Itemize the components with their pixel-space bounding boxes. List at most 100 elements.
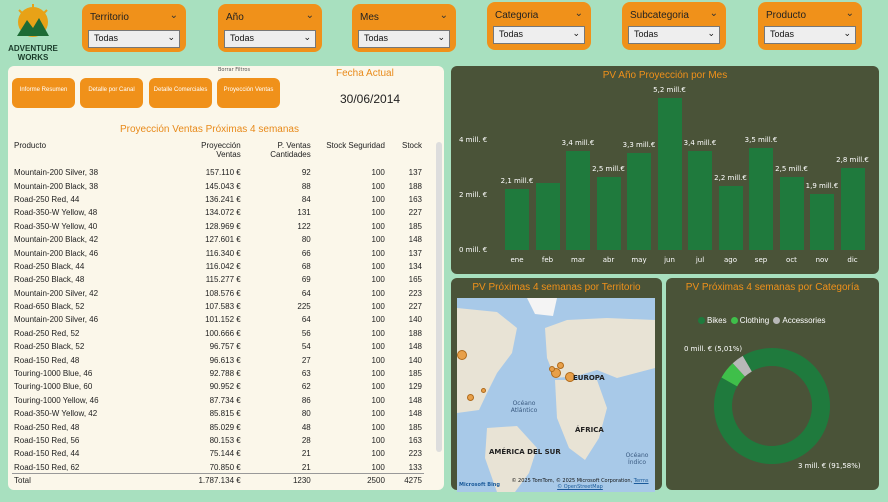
table-row[interactable]: Road-250 Black, 48 115.277 € 69 100 165 <box>12 273 424 286</box>
table-row[interactable]: Mountain-200 Silver, 38 157.110 € 92 100 137 <box>12 166 424 179</box>
nav-button-informe-resumen[interactable]: Informe Resumen <box>12 78 75 108</box>
table-row[interactable]: Road-250 Black, 44 116.042 € 68 100 134 <box>12 260 424 273</box>
nav-button-proyeccion-ventas[interactable]: Proyección Ventas <box>217 78 280 108</box>
bar-jul[interactable] <box>688 150 712 250</box>
table-cell: 148 <box>408 342 422 352</box>
table-row[interactable]: Mountain-200 Black, 38 145.043 € 88 100 188 <box>12 179 424 192</box>
table-cell: Road-250 Black, 48 <box>14 275 85 285</box>
categoria-dropdown[interactable]: Todas ⌄ <box>493 26 585 44</box>
table-cell: 128.969 € <box>205 221 241 231</box>
anio-dropdown[interactable]: Todas ⌄ <box>224 30 316 48</box>
table-cell: 21 <box>301 449 311 459</box>
table-cell: 80 <box>301 235 311 245</box>
bubble-us-atlantic[interactable] <box>481 388 486 393</box>
month-tick-label: jul <box>695 256 705 264</box>
table-row[interactable]: Road-150 Red, 44 75.144 € 21 100 223 <box>12 447 424 460</box>
bar-sep[interactable] <box>749 147 773 250</box>
slicer-label: Territorio <box>90 12 129 23</box>
column-header[interactable]: Proyección Ventas <box>177 140 243 166</box>
table-row[interactable]: Touring-1000 Blue, 60 90.952 € 62 100 129 <box>12 380 424 393</box>
total-cell: 2500 <box>312 473 387 488</box>
bar-jun[interactable] <box>657 97 682 250</box>
table-cell: 115.277 € <box>205 275 241 285</box>
table-row[interactable]: Mountain-200 Black, 46 116.340 € 66 100 137 <box>12 246 424 259</box>
table-row[interactable]: Touring-1000 Blue, 46 92.788 € 63 100 185 <box>12 367 424 380</box>
logo-text-1: ADVENTURE <box>8 44 58 53</box>
bar-dic[interactable] <box>840 168 865 250</box>
chevron-down-icon: ⌄ <box>303 32 311 42</box>
bar-feb[interactable] <box>535 182 560 250</box>
table-row[interactable]: Road-350-W Yellow, 40 128.969 € 122 100 185 <box>12 220 424 233</box>
chevron-down-icon[interactable]: ⌄ <box>575 8 583 19</box>
table-cell: 100 <box>371 235 385 245</box>
table-row[interactable]: Road-150 Red, 62 70.850 € 21 100 133 <box>12 461 424 474</box>
chevron-down-icon[interactable]: ⌄ <box>710 8 718 19</box>
table-scrollbar[interactable] <box>436 142 442 452</box>
map-terms-link[interactable]: Terms <box>634 478 649 484</box>
table-row[interactable]: Road-650 Black, 52 107.583 € 225 100 227 <box>12 300 424 313</box>
column-header[interactable]: Stock Seguridad <box>313 140 387 166</box>
map-sea-atlantico: Océano Atlántico <box>510 400 538 414</box>
table-cell: 100 <box>371 462 385 472</box>
territorio-dropdown[interactable]: Todas ⌄ <box>88 30 180 48</box>
map-osm-link[interactable]: © OpenStreetMap <box>557 484 603 490</box>
table-cell: 148 <box>408 409 422 419</box>
table-row[interactable]: Touring-1000 Yellow, 46 87.734 € 86 100 148 <box>12 394 424 407</box>
chevron-down-icon[interactable]: ⌄ <box>170 10 178 21</box>
bar-value-label: 2,8 mill.€ <box>836 156 869 165</box>
table-row[interactable]: Road-250 Black, 52 96.757 € 54 100 148 <box>12 340 424 353</box>
table-row[interactable]: Road-250 Red, 52 100.666 € 56 100 188 <box>12 327 424 340</box>
chevron-down-icon[interactable]: ⌄ <box>846 8 854 19</box>
table-cell: 127.601 € <box>205 235 241 245</box>
table-cell: 100 <box>371 302 385 312</box>
bar-nov[interactable] <box>810 194 834 250</box>
bubble-germany[interactable] <box>557 362 564 369</box>
table-row[interactable]: Road-150 Red, 56 80.153 € 28 100 163 <box>12 434 424 447</box>
table-row[interactable]: Road-150 Red, 48 96.613 € 27 100 140 <box>12 353 424 366</box>
nav-button-detalle-canal[interactable]: Detalle por Canal <box>80 78 143 108</box>
table-row[interactable]: Road-250 Red, 44 136.241 € 84 100 163 <box>12 193 424 206</box>
bar-abr[interactable] <box>596 176 621 250</box>
table-cell: 108.576 € <box>205 288 241 298</box>
subcategoria-dropdown[interactable]: Todas ⌄ <box>628 26 720 44</box>
table-row[interactable]: Road-250 Red, 48 85.029 € 48 100 185 <box>12 420 424 433</box>
bar-chart-panel: PV Año Proyección por Mes 0 mill. € 2 mi… <box>451 66 879 274</box>
bubble-north-america[interactable] <box>457 350 467 360</box>
mes-dropdown[interactable]: Todas ⌄ <box>358 30 450 48</box>
table-cell: 188 <box>408 328 422 338</box>
column-header[interactable]: P. Ventas Cantidades <box>243 140 313 166</box>
donut-chart-panel: PV Próximas 4 semanas por Categoría Bike… <box>666 278 879 490</box>
table-cell: 163 <box>408 436 422 445</box>
table-cell: 100 <box>371 342 385 352</box>
bubble-us-east[interactable] <box>467 394 474 401</box>
bar-ago[interactable] <box>718 185 743 250</box>
chevron-down-icon[interactable]: ⌄ <box>440 10 448 21</box>
nav-button-detalle-comerciales[interactable]: Detalle Comerciales <box>149 78 212 108</box>
total-cell: 1.787.134 € <box>176 473 243 488</box>
bubble-uk[interactable] <box>549 366 555 372</box>
table-cell: 27 <box>301 355 311 365</box>
bar-may[interactable] <box>627 153 651 250</box>
table-cell: 140 <box>408 355 422 365</box>
table-row[interactable]: Road-350-W Yellow, 48 134.072 € 131 100 227 <box>12 206 424 219</box>
table-row[interactable]: Mountain-200 Black, 42 127.601 € 80 100 148 <box>12 233 424 246</box>
dropdown-value: Todas <box>499 29 524 39</box>
bar-ene[interactable] <box>505 188 529 250</box>
slicer-label: Subcategoria <box>630 10 689 21</box>
table-cell: 129 <box>408 382 422 392</box>
chevron-down-icon[interactable]: ⌄ <box>306 10 314 21</box>
table-cell: 90.952 € <box>209 382 241 392</box>
map-panel: PV Próximas 4 semanas por Territorio EUR… <box>451 278 662 492</box>
table-cell: 227 <box>408 302 422 312</box>
chevron-down-icon: ⌄ <box>437 32 445 42</box>
column-header[interactable]: Producto <box>12 140 177 166</box>
table-row[interactable]: Mountain-200 Silver, 46 101.152 € 64 100 140 <box>12 313 424 326</box>
table-cell: 100 <box>371 221 385 231</box>
producto-dropdown[interactable]: Todas ⌄ <box>764 26 856 44</box>
column-header[interactable]: Stock <box>387 140 424 166</box>
table-cell: 66 <box>301 248 311 258</box>
table-title: Proyección Ventas Próximas 4 semanas <box>120 124 299 135</box>
table-row[interactable]: Mountain-200 Silver, 42 108.576 € 64 100 223 <box>12 287 424 300</box>
territory-map[interactable]: EUROPA ÁFRICA AMÉRICA DEL SUR Océano Atl… <box>457 298 655 492</box>
table-row[interactable]: Road-350-W Yellow, 42 85.815 € 80 100 148 <box>12 407 424 420</box>
